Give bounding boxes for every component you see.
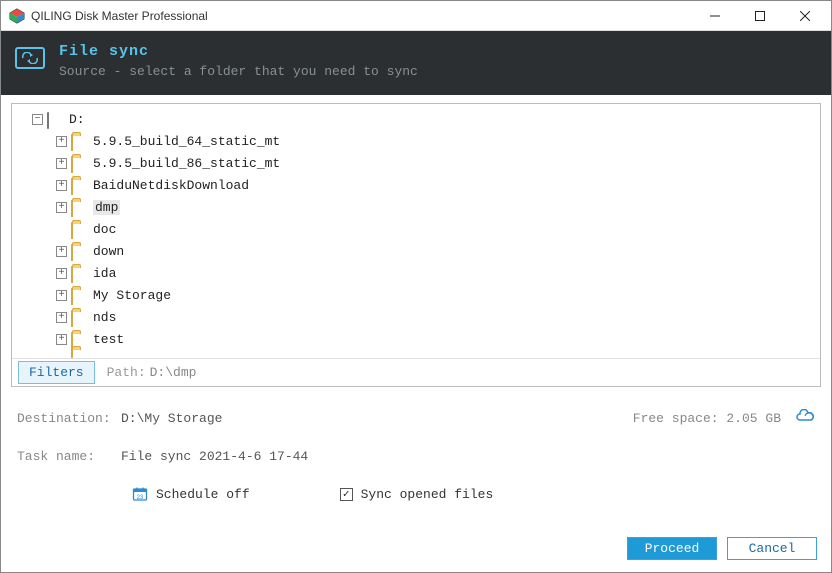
maximize-icon: [755, 11, 765, 21]
tree-folder-row[interactable]: +5.9.5_build_86_static_mt: [18, 152, 820, 174]
expand-icon[interactable]: +: [56, 158, 67, 169]
sync-opened-files-label: Sync opened files: [361, 487, 494, 502]
page-header: File sync Source - select a folder that …: [1, 31, 831, 95]
tree-folder-row[interactable]: + ida: [18, 262, 820, 284]
tree-folder-label: My Storage: [93, 288, 171, 303]
app-logo-icon: [9, 8, 25, 24]
schedule-toggle[interactable]: 23 Schedule off: [132, 486, 250, 502]
expand-icon[interactable]: +: [56, 136, 67, 147]
folder-icon: [71, 266, 73, 283]
folder-icon: [71, 348, 73, 359]
folder-tree[interactable]: − D: +5.9.5_build_64_static_mt+5.9.5_bui…: [12, 104, 820, 358]
dialog-footer: Proceed Cancel: [1, 527, 831, 572]
tree-folder-label: dmp: [93, 200, 120, 215]
tree-drive-row[interactable]: − D:: [18, 108, 820, 130]
tree-folder-label: ida: [93, 266, 116, 281]
expand-icon[interactable]: +: [56, 180, 67, 191]
path-label: Path:: [107, 365, 146, 380]
minimize-icon: [710, 11, 720, 21]
calendar-icon: 23: [132, 486, 148, 502]
free-space-label: Free space: 2.05 GB: [633, 411, 781, 426]
destination-row: Destination: D:\My Storage Free space: 2…: [1, 409, 831, 427]
tree-folder-row[interactable]: + My Storage: [18, 284, 820, 306]
tree-folder-label: down: [93, 244, 124, 259]
expand-icon[interactable]: +: [56, 334, 67, 345]
expand-icon[interactable]: +: [56, 202, 67, 213]
proceed-button[interactable]: Proceed: [627, 537, 717, 560]
folder-icon: [71, 288, 73, 305]
tree-folder-label: test: [93, 332, 124, 347]
destination-label: Destination:: [17, 411, 121, 426]
header-subtitle: Source - select a folder that you need t…: [59, 64, 418, 79]
cloud-icon[interactable]: [795, 409, 815, 427]
tree-folder-label: 5.9.5_build_64_static_mt: [93, 134, 280, 149]
window-title: QILING Disk Master Professional: [31, 9, 692, 23]
tree-drive-label: D:: [69, 112, 85, 127]
path-value: D:\dmp: [150, 365, 197, 380]
tree-folder-label: doc: [93, 222, 116, 237]
tree-folder-label: 5.9.5_build_86_static_mt: [93, 156, 280, 171]
task-name-label: Task name:: [17, 449, 121, 464]
destination-value[interactable]: D:\My Storage: [121, 411, 222, 426]
sync-opened-files-checkbox[interactable]: ✓ Sync opened files: [340, 487, 494, 502]
tree-folder-label: BaiduNetdiskDownload: [93, 178, 249, 193]
expand-placeholder: [56, 224, 67, 235]
tree-footer-bar: Filters Path: D:\dmp: [12, 358, 820, 386]
folder-icon: [71, 222, 73, 239]
tree-folder-row[interactable]: doc: [18, 218, 820, 240]
expand-icon[interactable]: +: [56, 246, 67, 257]
collapse-icon[interactable]: −: [32, 114, 43, 125]
cancel-button[interactable]: Cancel: [727, 537, 817, 560]
expand-icon[interactable]: +: [56, 290, 67, 301]
folder-icon: [71, 178, 73, 195]
folder-icon: [71, 310, 73, 327]
folder-icon: [71, 134, 73, 151]
tree-folder-row[interactable]: +5.9.5_build_64_static_mt: [18, 130, 820, 152]
folder-tree-panel: − D: +5.9.5_build_64_static_mt+5.9.5_bui…: [11, 103, 821, 387]
tree-folder-row[interactable]: + dmp: [18, 196, 820, 218]
tree-folder-label: nds: [93, 310, 116, 325]
drive-icon: [47, 112, 49, 129]
svg-text:23: 23: [137, 495, 144, 501]
checkbox-checked-icon: ✓: [340, 488, 353, 501]
filters-button[interactable]: Filters: [18, 361, 95, 384]
folder-icon: [71, 244, 73, 261]
tree-folder-row[interactable]: + BaiduNetdiskDownload: [18, 174, 820, 196]
header-title: File sync: [59, 43, 418, 60]
expand-icon[interactable]: +: [56, 268, 67, 279]
folder-icon: [71, 156, 73, 173]
options-row: 23 Schedule off ✓ Sync opened files: [1, 486, 831, 502]
task-name-value[interactable]: File sync 2021-4-6 17-44: [121, 449, 308, 464]
task-name-row: Task name: File sync 2021-4-6 17-44: [1, 449, 831, 464]
close-icon: [800, 11, 810, 21]
tree-folder-row[interactable]: [18, 350, 820, 358]
sync-icon: [15, 47, 45, 69]
expand-icon[interactable]: +: [56, 312, 67, 323]
tree-folder-row[interactable]: + test: [18, 328, 820, 350]
tree-folder-row[interactable]: + nds: [18, 306, 820, 328]
tree-folder-row[interactable]: + down: [18, 240, 820, 262]
minimize-button[interactable]: [692, 1, 737, 30]
schedule-label: Schedule off: [156, 487, 250, 502]
maximize-button[interactable]: [737, 1, 782, 30]
close-button[interactable]: [782, 1, 827, 30]
titlebar: QILING Disk Master Professional: [1, 1, 831, 31]
folder-icon: [71, 200, 73, 217]
